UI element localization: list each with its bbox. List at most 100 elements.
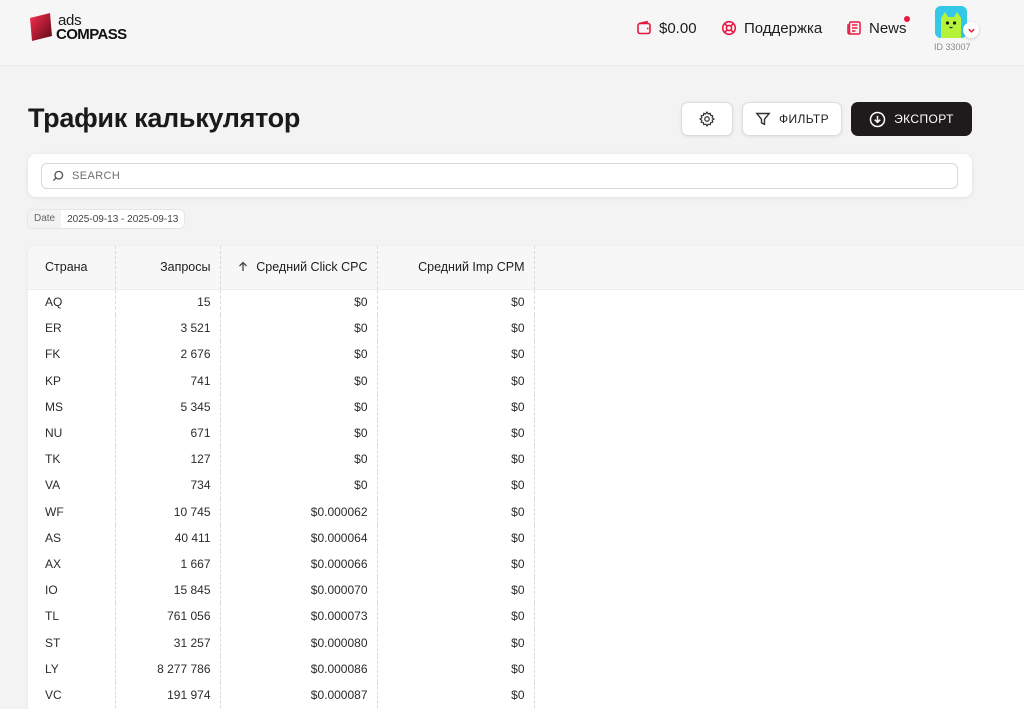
table-row[interactable]: LY 8 277 786 $0.000086 $0 <box>28 655 1024 682</box>
cell-avg-click-cpc: $0.000066 <box>220 550 378 578</box>
table-row[interactable]: KP 741 $0 $0 <box>28 367 1024 394</box>
cell-requests: 127 <box>115 446 221 473</box>
cell-avg-click-cpc: $0.000080 <box>220 629 378 656</box>
news-notification-dot <box>904 16 910 22</box>
cell-avg-imp-cpm: $0 <box>377 629 535 656</box>
cell-avg-imp-cpm: $0 <box>377 367 535 394</box>
cell-avg-imp-cpm: $0 <box>377 524 535 551</box>
cell-avg-click-cpc: $0.000064 <box>220 524 378 551</box>
table-row[interactable]: FK 2 676 $0 $0 <box>28 341 1024 368</box>
cell-country: AQ <box>28 289 116 316</box>
cell-requests: 191 974 <box>115 681 221 708</box>
cell-country: FK <box>28 341 116 368</box>
table-row[interactable]: VC 191 974 $0.000087 $0 <box>28 681 1024 708</box>
filter-button[interactable]: ФИЛЬТР <box>742 102 842 136</box>
cell-avg-click-cpc: $0 <box>220 419 378 447</box>
cell-filler <box>534 525 1024 551</box>
cell-country: TL <box>28 603 116 630</box>
date-chip-label: Date <box>28 210 62 228</box>
cell-filler <box>534 315 1024 341</box>
lifebuoy-icon <box>721 20 737 36</box>
gear-icon <box>699 111 715 127</box>
export-button[interactable]: ЭКСПОРТ <box>851 102 972 136</box>
cell-filler <box>534 368 1024 394</box>
settings-button[interactable] <box>681 102 733 136</box>
cell-filler <box>534 682 1024 708</box>
table-row[interactable]: WF 10 745 $0.000062 $0 <box>28 498 1024 525</box>
search-box[interactable] <box>41 163 958 189</box>
logo-text-compass: COMPASS <box>56 26 127 43</box>
date-filter-chip[interactable]: Date 2025-09-13 - 2025-09-13 <box>28 210 185 228</box>
cell-country: VA <box>28 472 116 499</box>
export-label: ЭКСПОРТ <box>894 112 954 126</box>
cell-country: WF <box>28 498 116 525</box>
cell-requests: 8 277 786 <box>115 655 221 682</box>
cell-avg-click-cpc: $0 <box>220 367 378 394</box>
cell-country: IO <box>28 577 116 604</box>
cell-avg-imp-cpm: $0 <box>377 603 535 630</box>
cell-avg-imp-cpm: $0 <box>377 498 535 525</box>
ads-compass-logo[interactable]: ads COMPASS <box>28 12 138 44</box>
column-header-avg-click-cpc[interactable]: Средний Click CPC <box>220 246 378 290</box>
table-row[interactable]: IO 15 845 $0.000070 $0 <box>28 577 1024 604</box>
cell-country: LY <box>28 655 116 682</box>
cell-avg-click-cpc: $0.000086 <box>220 655 378 682</box>
column-header-requests[interactable]: Запросы <box>115 246 221 290</box>
table-row[interactable]: TK 127 $0 $0 <box>28 446 1024 473</box>
filter-funnel-icon <box>755 112 771 126</box>
page-title: Трафик калькулятор <box>28 103 301 133</box>
table-row[interactable]: ER 3 521 $0 $0 <box>28 315 1024 342</box>
cell-requests: 31 257 <box>115 629 221 656</box>
cell-avg-imp-cpm: $0 <box>377 341 535 368</box>
cell-requests: 741 <box>115 367 221 394</box>
cell-avg-click-cpc: $0 <box>220 472 378 499</box>
cell-country: AS <box>28 524 116 551</box>
search-icon <box>52 170 64 182</box>
column-header-filler <box>534 246 1024 290</box>
cell-country: ER <box>28 315 116 342</box>
avatar[interactable] <box>935 6 967 38</box>
cell-avg-click-cpc: $0.000062 <box>220 498 378 525</box>
support-link[interactable]: Поддержка <box>721 18 822 38</box>
cell-avg-imp-cpm: $0 <box>377 550 535 578</box>
filter-label: ФИЛЬТР <box>778 112 830 126</box>
cell-filler <box>534 420 1024 446</box>
cell-avg-imp-cpm: $0 <box>377 315 535 342</box>
table-row[interactable]: AS 40 411 $0.000064 $0 <box>28 524 1024 551</box>
cell-requests: 5 345 <box>115 393 221 420</box>
cell-filler <box>534 629 1024 655</box>
table-row[interactable]: NU 671 $0 $0 <box>28 419 1024 447</box>
table-row[interactable]: MS 5 345 $0 $0 <box>28 393 1024 420</box>
table-row[interactable]: AQ 15 $0 $0 <box>28 289 1024 316</box>
cell-filler <box>534 472 1024 498</box>
cat-avatar-icon <box>935 6 967 38</box>
cell-country: AX <box>28 550 116 578</box>
news-link[interactable]: News <box>846 18 907 38</box>
table-row[interactable]: AX 1 667 $0.000066 $0 <box>28 550 1024 578</box>
search-input[interactable] <box>72 170 932 182</box>
table-row[interactable]: VA 734 $0 $0 <box>28 472 1024 499</box>
cell-filler <box>534 446 1024 472</box>
table-row[interactable]: ST 31 257 $0.000080 $0 <box>28 629 1024 656</box>
cell-requests: 15 845 <box>115 577 221 604</box>
wallet-icon <box>637 20 651 35</box>
cell-requests: 15 <box>115 289 221 316</box>
cell-country: VC <box>28 681 116 708</box>
column-header-avg-imp-cpm[interactable]: Средний Imp CPM <box>377 246 535 290</box>
table-row[interactable]: TL 761 056 $0.000073 $0 <box>28 603 1024 630</box>
cell-avg-imp-cpm: $0 <box>377 655 535 682</box>
cell-filler <box>534 551 1024 577</box>
cell-filler <box>534 577 1024 603</box>
support-label: Поддержка <box>744 19 823 37</box>
cell-requests: 2 676 <box>115 341 221 368</box>
cell-avg-click-cpc: $0.000087 <box>220 681 378 708</box>
account-menu-toggle[interactable] <box>963 22 979 38</box>
cell-requests: 761 056 <box>115 603 221 630</box>
cell-requests: 40 411 <box>115 524 221 551</box>
cell-avg-click-cpc: $0 <box>220 446 378 473</box>
traffic-table: Страна Запросы Средний Click CPC Средний… <box>28 246 1024 709</box>
balance-button[interactable]: $0.00 <box>636 18 697 38</box>
column-header-country[interactable]: Страна <box>28 246 116 290</box>
cell-filler <box>534 341 1024 367</box>
cell-avg-imp-cpm: $0 <box>377 393 535 420</box>
